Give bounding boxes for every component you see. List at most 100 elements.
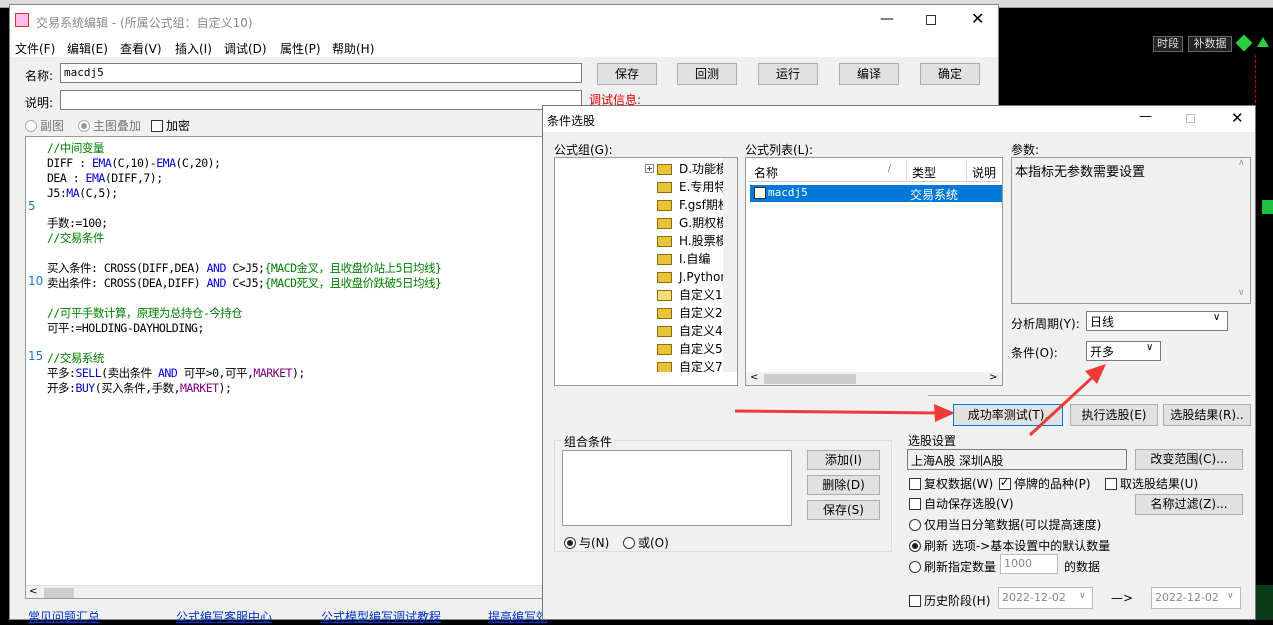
dialog-close-icon[interactable]: ✕ bbox=[1231, 109, 1244, 127]
code-hscrollbar[interactable]: < bbox=[26, 585, 551, 598]
tree-item[interactable]: 自定义4 bbox=[617, 322, 725, 340]
fuquan-checkbox[interactable]: 复权数据(W) bbox=[909, 475, 993, 492]
desc-input[interactable] bbox=[60, 90, 582, 110]
dialog-maximize-icon[interactable] bbox=[1186, 114, 1195, 123]
param-label: 参数: bbox=[1011, 143, 1040, 157]
dialog-title: 条件选股 bbox=[547, 114, 596, 128]
scroll-right-icon[interactable]: > bbox=[989, 372, 997, 383]
fill-data-button[interactable]: 补数据 bbox=[1188, 36, 1232, 52]
date-from-select[interactable]: 2022-12-02 ∨ bbox=[998, 587, 1093, 609]
minimize-icon[interactable]: — bbox=[880, 11, 894, 27]
tree-item[interactable]: F.gsf期权组合 bbox=[617, 196, 725, 214]
backtest-button[interactable]: 回测 bbox=[677, 63, 737, 85]
col-name[interactable]: 名称 bbox=[754, 164, 778, 181]
refresh-count-radio[interactable]: 刷新指定数量 bbox=[909, 558, 996, 575]
tree-item[interactable]: G.期权模块范例 bbox=[617, 214, 725, 232]
pick-result-button[interactable]: 选股结果(R).. bbox=[1163, 404, 1251, 426]
today-tick-radio[interactable]: 仅用当日分笔数据(可以提高速度) bbox=[909, 516, 1101, 533]
link-tutorial[interactable]: 公式模型编写调试教程 bbox=[321, 608, 441, 625]
menu-props[interactable]: 属性(P) bbox=[280, 40, 321, 57]
name-filter-button[interactable]: 名称过滤(Z)... bbox=[1135, 494, 1243, 515]
or-radio[interactable]: 或(O) bbox=[623, 534, 669, 551]
tree-item[interactable]: E.专用特色指标 bbox=[617, 178, 725, 196]
tree-item[interactable]: 自定义7 bbox=[617, 358, 725, 372]
main-overlay-radio[interactable]: 主图叠加 bbox=[78, 117, 141, 134]
success-rate-test-button[interactable]: 成功率测试(T). bbox=[953, 404, 1063, 426]
delete-button[interactable]: 删除(D) bbox=[807, 475, 880, 495]
link-service[interactable]: 公式编写客服中心 bbox=[176, 608, 272, 625]
folder-icon bbox=[657, 236, 672, 247]
condition-label: 条件(O): bbox=[1011, 346, 1058, 360]
combo-label: 组合条件 bbox=[562, 433, 615, 450]
scroll-left-icon[interactable]: < bbox=[750, 372, 758, 383]
period-label: 分析周期(Y): bbox=[1011, 317, 1080, 331]
period-select[interactable]: 日线 ∨ bbox=[1086, 311, 1228, 331]
run-button[interactable]: 运行 bbox=[758, 63, 818, 85]
tree-item[interactable]: 自定义5 bbox=[617, 340, 725, 358]
refresh-default-radio[interactable]: 刷新 选项->基本设置中的默认数量 bbox=[909, 537, 1110, 554]
expand-icon[interactable]: + bbox=[645, 164, 654, 173]
open-folder-icon bbox=[657, 290, 672, 301]
tree-item[interactable]: J.Python策略范例 bbox=[617, 268, 725, 286]
code-editor[interactable]: 5 10 15 //中间变量 DIFF : EMA(C,10)-EMA(C,20… bbox=[25, 136, 552, 599]
save-button[interactable]: 保存 bbox=[597, 63, 657, 85]
compile-button[interactable]: 编译 bbox=[839, 63, 899, 85]
date-arrow: —> bbox=[1111, 591, 1134, 605]
link-efficiency[interactable]: 提高编写效 bbox=[488, 608, 548, 625]
desc-label: 说明: bbox=[25, 96, 54, 110]
tree-vscrollbar[interactable] bbox=[723, 158, 737, 372]
tree-item[interactable]: I.自编 bbox=[617, 250, 725, 268]
scroll-thumb[interactable] bbox=[44, 588, 74, 598]
and-radio[interactable]: 与(N) bbox=[564, 534, 609, 551]
col-desc[interactable]: 说明 bbox=[972, 164, 996, 181]
maximize-icon[interactable] bbox=[926, 15, 936, 25]
folder-icon bbox=[657, 344, 672, 355]
list-hscroll-thumb[interactable] bbox=[764, 374, 856, 384]
history-checkbox[interactable]: 历史阶段(H) bbox=[909, 592, 990, 609]
autosave-checkbox[interactable]: 自动保存选股(V) bbox=[909, 495, 1014, 512]
list-header: 名称 / 类型 说明 bbox=[748, 160, 1000, 182]
ok-button[interactable]: 确定 bbox=[920, 63, 980, 85]
dialog-minimize-icon[interactable]: — bbox=[1139, 109, 1152, 124]
sub-chart-radio[interactable]: 副图 bbox=[25, 117, 64, 134]
date-to-select[interactable]: 2022-12-02 ∨ bbox=[1151, 587, 1241, 609]
up-triangle-icon bbox=[1257, 37, 1269, 47]
period-button[interactable]: 时段 bbox=[1153, 36, 1183, 52]
editor-title: 交易系统编辑 - (所属公式组：自定义10) bbox=[36, 16, 253, 30]
menu-help[interactable]: 帮助(H) bbox=[332, 40, 374, 57]
tree-item[interactable]: H.股票模块范例 bbox=[617, 232, 725, 250]
param-box[interactable]: 本指标无参数需要设置 ∧ ∨ bbox=[1011, 157, 1251, 304]
chevron-down-icon: ∨ bbox=[1079, 591, 1086, 601]
menu-edit[interactable]: 编辑(E) bbox=[67, 40, 108, 57]
list-hscrollbar[interactable]: < > bbox=[746, 372, 1002, 385]
suspended-checkbox[interactable]: 停牌的品种(P) bbox=[999, 475, 1091, 492]
menu-view[interactable]: 查看(V) bbox=[120, 40, 162, 57]
encrypt-checkbox[interactable]: 加密 bbox=[151, 117, 190, 134]
name-input[interactable]: macdj5 bbox=[60, 63, 582, 83]
menu-file[interactable]: 文件(F) bbox=[15, 40, 55, 57]
combo-list[interactable] bbox=[562, 450, 792, 526]
condition-select[interactable]: 开多 ∨ bbox=[1086, 341, 1161, 361]
formula-list[interactable]: 名称 / 类型 说明 macdj5 交易系统 < > bbox=[745, 157, 1003, 386]
tree-item-selected[interactable]: 自定义10 bbox=[617, 286, 725, 304]
line-gutter: 5 10 15 bbox=[26, 137, 44, 587]
execute-pick-button[interactable]: 执行选股(E) bbox=[1070, 404, 1158, 426]
scroll-left-icon[interactable]: < bbox=[29, 586, 37, 597]
param-vscrollbar[interactable]: ∧ ∨ bbox=[1236, 158, 1250, 303]
save-combo-button[interactable]: 保存(S) bbox=[807, 500, 880, 520]
group-tree[interactable]: +D.功能模块范例 E.专用特色指标 F.gsf期权组合 G.期权模块范例 H.… bbox=[554, 157, 738, 386]
tree-item[interactable]: 自定义2 bbox=[617, 304, 725, 322]
close-icon[interactable]: ✕ bbox=[971, 9, 984, 28]
link-faq[interactable]: 常见问题汇总 bbox=[28, 608, 100, 625]
folder-icon bbox=[657, 308, 672, 319]
take-result-checkbox[interactable]: 取选股结果(U) bbox=[1105, 475, 1198, 492]
change-range-button[interactable]: 改变范围(C)... bbox=[1135, 449, 1243, 470]
name-label: 名称: bbox=[25, 69, 54, 83]
col-type[interactable]: 类型 bbox=[912, 164, 936, 181]
menu-insert[interactable]: 插入(I) bbox=[175, 40, 212, 57]
list-row-selected[interactable]: macdj5 交易系统 bbox=[750, 185, 1002, 202]
refresh-count-input[interactable]: 1000 bbox=[1000, 554, 1058, 574]
tree-item[interactable]: +D.功能模块范例 bbox=[617, 160, 725, 178]
add-button[interactable]: 添加(I) bbox=[807, 450, 880, 470]
menu-debug[interactable]: 调试(D) bbox=[224, 40, 267, 57]
